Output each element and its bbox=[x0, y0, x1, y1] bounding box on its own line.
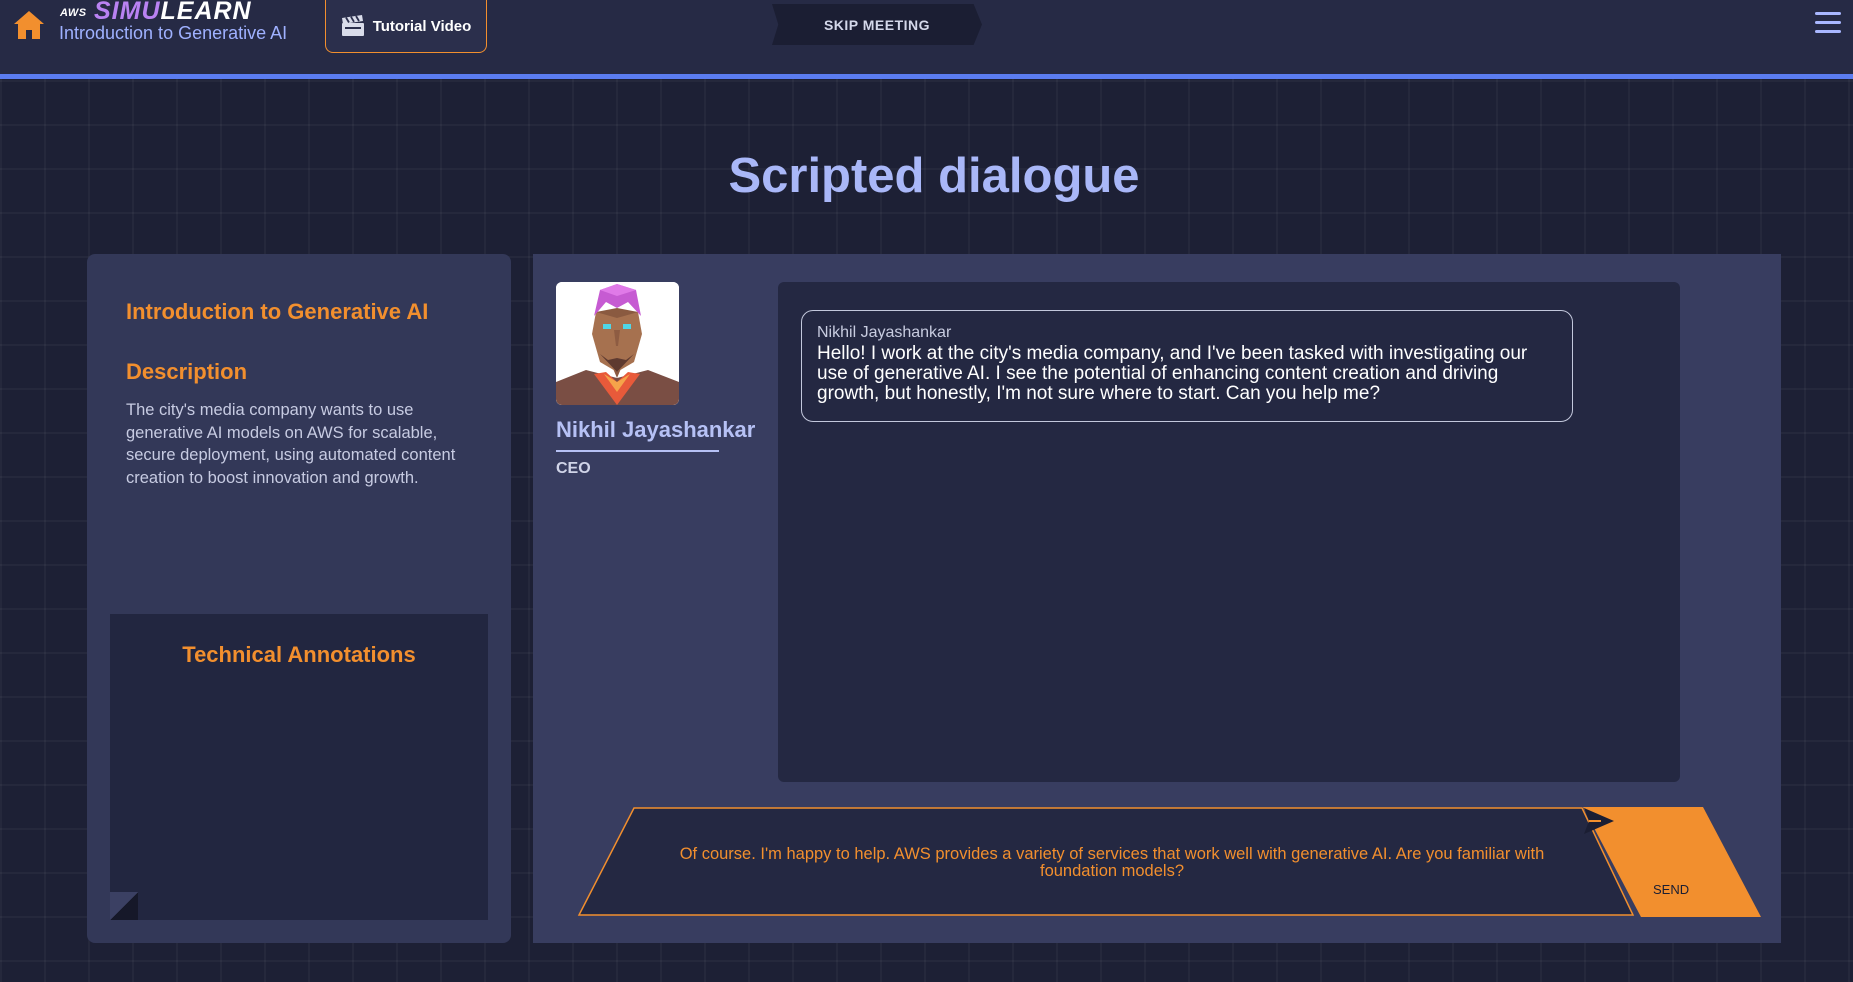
clapperboard-icon bbox=[341, 15, 364, 36]
page-title: Scripted dialogue bbox=[728, 149, 1140, 203]
send-label: SEND bbox=[1653, 882, 1690, 897]
hamburger-menu-icon[interactable] bbox=[1815, 12, 1841, 36]
skip-meeting-button[interactable]: SKIP MEETING bbox=[772, 4, 982, 45]
app-root: AWS SIMULEARN Introduction to Generative… bbox=[0, 0, 1853, 982]
chat-transcript[interactable]: Nikhil Jayashankar Hello! I work at the … bbox=[778, 282, 1680, 782]
tutorial-video-label: Tutorial Video bbox=[372, 17, 472, 35]
avatar-portrait-icon bbox=[556, 282, 679, 405]
paper-plane-icon bbox=[1584, 808, 1614, 834]
send-button[interactable]: SEND bbox=[1583, 807, 1763, 919]
scenario-info-panel: Introduction to Generative AI Descriptio… bbox=[87, 254, 511, 943]
logo-learn-part: LEARN bbox=[160, 0, 252, 25]
character-name-underline bbox=[556, 450, 719, 452]
description-heading: Description bbox=[126, 359, 248, 384]
message-text: Hello! I work at the city's media compan… bbox=[817, 343, 1528, 404]
description-text: The city's media company wants to use ge… bbox=[126, 401, 456, 487]
tutorial-video-button[interactable]: Tutorial Video bbox=[325, 0, 487, 53]
skip-meeting-label: SKIP MEETING bbox=[823, 16, 931, 33]
technical-annotations-title: Technical Annotations bbox=[182, 642, 416, 667]
header-accent-line bbox=[0, 74, 1853, 79]
character-name: Nikhil Jayashankar bbox=[556, 417, 756, 442]
logo-aws-text: AWS bbox=[60, 7, 87, 19]
course-subtitle: Introduction to Generative AI bbox=[59, 23, 288, 43]
technical-annotations-panel: Technical Annotations bbox=[110, 614, 488, 920]
reply-option-text: Of course. I'm happy to help. AWS provid… bbox=[679, 845, 1545, 880]
character-role: CEO bbox=[556, 460, 591, 477]
dialogue-panel: Nikhil Jayashankar CEO Nikhil Jayashanka… bbox=[533, 254, 1781, 943]
chat-message-bubble: Nikhil Jayashankar Hello! I work at the … bbox=[801, 310, 1573, 422]
home-icon[interactable] bbox=[12, 8, 46, 42]
page-corner-fold-icon bbox=[110, 892, 138, 920]
course-title: Introduction to Generative AI bbox=[126, 299, 429, 324]
message-speaker: Nikhil Jayashankar bbox=[817, 324, 952, 341]
top-bar: AWS SIMULEARN Introduction to Generative… bbox=[0, 0, 1853, 74]
reply-option[interactable]: Of course. I'm happy to help. AWS provid… bbox=[577, 807, 1637, 917]
logo-simu-part: SIMU bbox=[94, 0, 161, 25]
character-avatar bbox=[556, 282, 679, 405]
